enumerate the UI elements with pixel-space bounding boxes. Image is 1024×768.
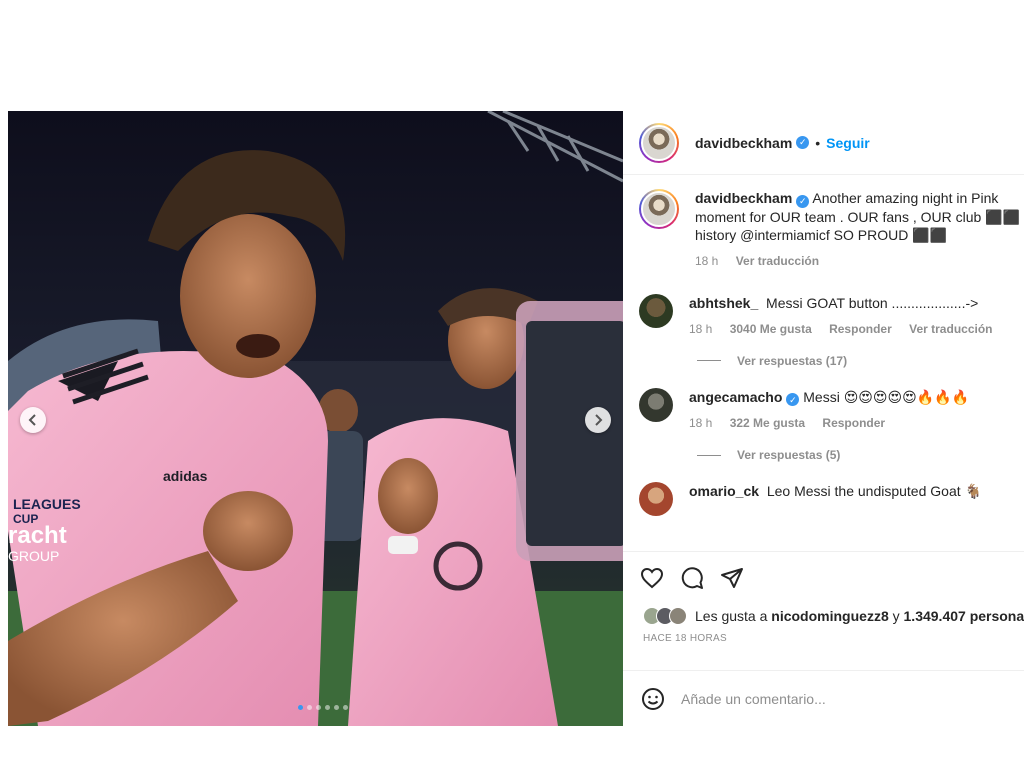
comment-time: 18 h — [689, 321, 713, 336]
comment-username[interactable]: angecamacho — [689, 389, 782, 405]
liker-avatars — [643, 607, 687, 625]
comment-text: Messi GOAT button ...................-> — [766, 294, 979, 311]
comment-item: abhtshek_ Messi GOAT button ............… — [639, 293, 1024, 338]
caption-line: Another amazing night in Pink — [812, 190, 999, 206]
comment-input[interactable] — [681, 690, 981, 707]
comment-likes[interactable]: 322 Me gusta — [730, 416, 805, 430]
caption-time: 18 h — [695, 253, 719, 268]
avatar[interactable] — [639, 122, 679, 163]
emoji-icon[interactable] — [641, 687, 665, 711]
comment-username[interactable]: omario_ck — [689, 483, 759, 499]
verified-icon: ✓ — [796, 136, 810, 149]
svg-text:GROUP: GROUP — [8, 548, 59, 564]
divider — [697, 454, 721, 456]
comment-text: Messi 😍😍😍😍😍🔥🔥🔥 — [803, 388, 969, 405]
post-photo: LEAGUES CUP racht GROUP adidas — [8, 111, 623, 726]
author-username[interactable]: davidbeckham — [695, 135, 792, 151]
svg-text:racht: racht — [8, 522, 67, 549]
comment-item: angecamacho ✓ Messi 😍😍😍😍😍🔥🔥🔥 18 h 322 Me … — [639, 387, 1024, 433]
likes-summary[interactable]: Les gusta a nicodominguezz8 y 1.349.407 … — [623, 603, 1024, 629]
avatar[interactable] — [639, 293, 673, 328]
carousel-previous-button[interactable] — [20, 407, 46, 433]
post-actions — [623, 551, 1024, 603]
comment-likes[interactable]: 3040 Me gusta — [730, 322, 812, 336]
post-sidebar: davidbeckham ✓ • Seguir davidbeckham ✓ An… — [623, 111, 1024, 726]
separator: • — [815, 134, 821, 151]
view-replies-button[interactable]: Ver respuestas (5) — [697, 448, 1024, 462]
likes-joiner: y — [892, 608, 900, 624]
likes-prefix: Les gusta a — [695, 608, 768, 624]
caption-line: history @intermiamicf SO PROUD ⬛⬛ — [695, 226, 948, 243]
carousel-dot — [325, 705, 330, 710]
carousel-dot — [343, 705, 348, 710]
avatar[interactable] — [639, 189, 679, 229]
add-comment-bar — [623, 670, 1024, 726]
carousel-dot — [316, 705, 321, 710]
verified-icon: ✓ — [796, 194, 810, 208]
svg-text:LEAGUES: LEAGUES — [13, 496, 81, 512]
avatar[interactable] — [639, 482, 673, 516]
comment-text: Leo Messi the undisputed Goat 🐐 — [766, 483, 982, 499]
comment-item: omario_ck Leo Messi the undisputed Goat … — [639, 482, 1024, 516]
view-replies-label: Ver respuestas (5) — [737, 448, 841, 462]
comments-list[interactable]: davidbeckham ✓ Another amazing night in P… — [623, 175, 1024, 551]
caption: davidbeckham ✓ Another amazing night in P… — [639, 189, 1024, 270]
translate-link[interactable]: Ver traducción — [909, 322, 992, 336]
svg-text:adidas: adidas — [163, 468, 208, 484]
carousel-dot — [298, 705, 303, 710]
follow-button[interactable]: Seguir — [826, 135, 870, 151]
translate-link[interactable]: Ver traducción — [736, 254, 819, 268]
chevron-right-icon — [595, 414, 603, 426]
verified-icon: ✓ — [786, 393, 800, 406]
carousel-dot — [307, 705, 312, 710]
comment-icon — [681, 566, 703, 589]
view-replies-label: Ver respuestas (17) — [737, 353, 848, 368]
avatar — [669, 607, 687, 625]
reply-button[interactable]: Responder — [829, 322, 892, 336]
reply-button[interactable]: Responder — [822, 416, 885, 430]
likes-count[interactable]: 1.349.407 personas — [904, 608, 1024, 624]
caption-line: moment for OUR team . OUR fans , OUR clu… — [695, 208, 1021, 225]
chevron-left-icon — [28, 414, 36, 426]
heart-icon — [640, 567, 664, 588]
comment-time: 18 h — [689, 416, 713, 430]
comment-username[interactable]: abhtshek_ — [689, 295, 758, 311]
liker-username[interactable]: nicodominguezz8 — [771, 608, 888, 624]
like-button[interactable] — [639, 565, 665, 591]
view-replies-button[interactable]: Ver respuestas (17) — [697, 354, 1024, 368]
avatar[interactable] — [639, 387, 673, 422]
share-button[interactable] — [719, 565, 745, 591]
carousel-dot — [334, 705, 339, 710]
caption-username[interactable]: davidbeckham — [695, 190, 792, 206]
carousel-next-button[interactable] — [585, 407, 611, 433]
share-icon — [721, 567, 743, 588]
divider — [697, 360, 721, 361]
comment-button[interactable] — [679, 565, 705, 591]
post-header: davidbeckham ✓ • Seguir — [623, 111, 1024, 175]
post-media[interactable]: LEAGUES CUP racht GROUP adidas — [8, 111, 623, 726]
carousel-indicator — [298, 705, 348, 710]
post-time: HACE 18 HORAS — [643, 633, 727, 644]
